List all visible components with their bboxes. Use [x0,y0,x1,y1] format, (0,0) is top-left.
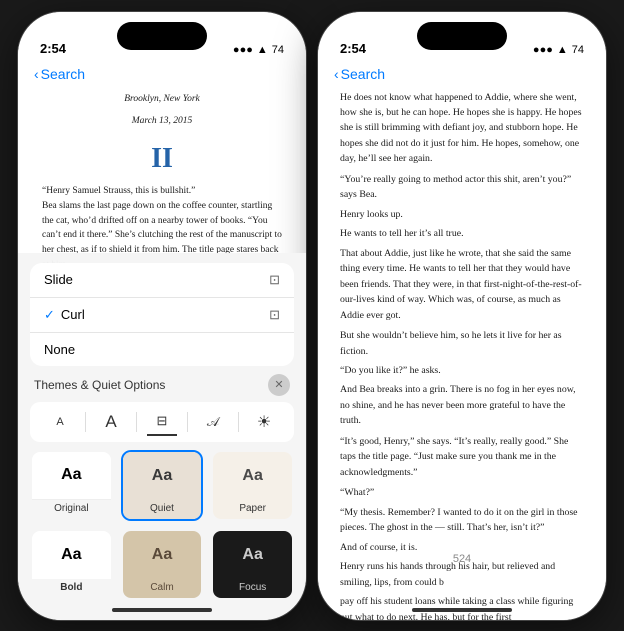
left-nav-back[interactable]: ‹ Search [34,66,85,82]
right-battery-icon: 74 [572,44,584,56]
right-nav-back[interactable]: ‹ Search [334,66,385,82]
dynamic-island [117,22,207,50]
right-book-text: He does not know what happened to Addie,… [340,90,584,620]
scroll-curl-label: Curl [61,307,85,322]
left-status-time: 2:54 [40,41,66,56]
theme-focus-label: Focus [213,579,292,598]
theme-paper[interactable]: Aa Paper [211,450,294,521]
theme-original-preview: Aa [32,452,111,500]
book-para-1: “Henry Samuel Strauss, this is bullshit.… [42,184,282,199]
right-back-chevron-icon: ‹ [334,66,339,82]
right-para-2: “You’re really going to method actor thi… [340,172,584,203]
theme-paper-preview: Aa [213,452,292,500]
right-dynamic-island [417,22,507,50]
right-home-indicator [412,608,512,612]
theme-quiet-label: Quiet [123,500,202,519]
theme-calm-preview: Aa [123,531,202,579]
scroll-curl-check: ✓ [44,307,55,323]
scroll-option-none[interactable]: None [30,333,294,366]
book-location-line2: March 13, 2015 [42,114,282,129]
left-phone: 2:54 ●●● ▲ 74 ‹ Search Brooklyn, New Yor… [17,11,307,621]
brightness-button[interactable]: ☀ [249,408,279,436]
scroll-curl-row-inner: ✓ Curl [44,307,85,323]
left-home-indicator [112,608,212,612]
font-divider-2 [136,412,137,432]
right-status-icons: ●●● ▲ 74 [533,44,584,56]
font-controls-row: A A ⊟ 𝒜 ☀ [30,402,294,442]
page-number: 524 [453,553,471,565]
right-para-9: “It’s good, Henry,” she says. “It’s real… [340,434,584,480]
theme-bold[interactable]: Aa Bold [30,529,113,600]
right-para-5: That about Addie, just like he wrote, th… [340,246,584,323]
theme-original[interactable]: Aa Original [30,450,113,521]
font-decrease-button[interactable]: A [45,408,75,436]
right-para-11: “My thesis. Remember? I wanted to do it … [340,505,584,536]
font-divider-4 [238,412,239,432]
scroll-options-list: Slide ⊡ ✓ Curl ⊡ None [30,263,294,366]
theme-focus[interactable]: Aa Focus [211,529,294,600]
themes-title-group: Themes & Quiet Options [34,376,165,394]
scroll-slide-label: Slide [44,272,73,287]
right-para-6: But she wouldn’t believe him, so he lets… [340,328,584,359]
close-button[interactable]: ✕ [268,374,290,396]
right-status-time: 2:54 [340,41,366,56]
wifi-icon: ▲ [257,44,268,56]
scroll-curl-icon: ⊡ [269,307,280,323]
right-para-1: He does not know what happened to Addie,… [340,90,584,167]
font-divider-1 [85,412,86,432]
right-wifi-icon: ▲ [557,44,568,56]
theme-paper-label: Paper [213,500,292,519]
font-increase-button[interactable]: A [96,408,126,436]
right-signal-icon: ●●● [533,44,553,56]
back-chevron-icon: ‹ [34,66,39,82]
right-para-8: And Bea breaks into a grin. There is no … [340,382,584,428]
theme-quiet[interactable]: Aa Quiet [121,450,204,521]
scroll-option-slide[interactable]: Slide ⊡ [30,263,294,298]
theme-quiet-preview: Aa [123,452,202,500]
theme-original-label: Original [32,500,111,519]
scroll-option-curl[interactable]: ✓ Curl ⊡ [30,298,294,333]
left-nav-bar: ‹ Search [18,62,306,90]
theme-bold-preview: Aa [32,531,111,579]
right-nav-bar: ‹ Search [318,62,606,90]
theme-calm[interactable]: Aa Calm [121,529,204,600]
right-phone: 2:54 ●●● ▲ 74 ‹ Search He does not know … [317,11,607,621]
battery-icon: 74 [272,44,284,56]
right-para-3: Henry looks up. [340,207,584,222]
theme-calm-label: Calm [123,579,202,598]
back-label: Search [41,66,85,82]
scroll-slide-icon: ⊡ [269,272,280,288]
themes-title: Themes & [34,378,92,392]
phones-container: 2:54 ●●● ▲ 74 ‹ Search Brooklyn, New Yor… [7,1,617,631]
font-style-button[interactable]: 𝒜 [198,408,228,436]
font-divider-3 [187,412,188,432]
themes-subtitle: Quiet Options [92,378,165,392]
right-book-content: He does not know what happened to Addie,… [318,12,606,620]
right-para-7: “Do you like it?” he asks. [340,363,584,378]
left-bottom-panel: Slide ⊡ ✓ Curl ⊡ None Themes & [18,253,306,620]
scroll-none-label: None [44,342,75,357]
right-para-4: He wants to tell her it’s all true. [340,226,584,241]
book-location-line1: Brooklyn, New York [42,92,282,107]
font-family-button[interactable]: ⊟ [147,408,177,436]
right-para-10: “What?” [340,485,584,500]
left-status-icons: ●●● ▲ 74 [233,44,284,56]
theme-grid: Aa Original Aa Quiet Aa Paper Aa Bold Aa [30,450,294,600]
book-chapter: II [42,137,282,180]
themes-header: Themes & Quiet Options ✕ [30,374,294,396]
right-back-label: Search [341,66,385,82]
signal-icon: ●●● [233,44,253,56]
theme-bold-label: Bold [32,579,111,598]
theme-focus-preview: Aa [213,531,292,579]
